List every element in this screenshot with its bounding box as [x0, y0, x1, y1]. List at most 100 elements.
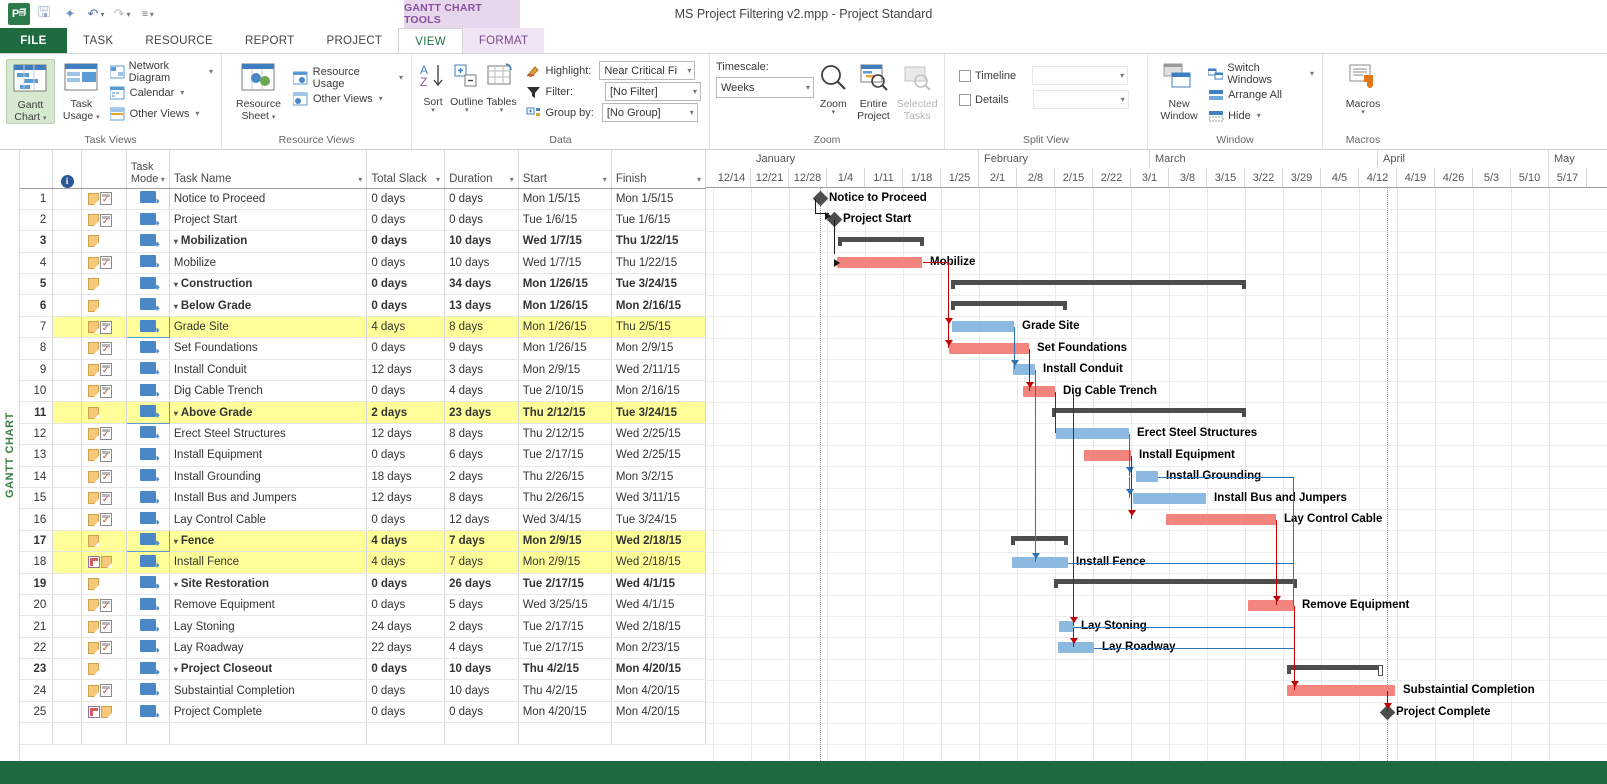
- row-finish[interactable]: Mon 1/5/15: [611, 188, 707, 210]
- row-total-slack[interactable]: 0 days: [366, 188, 446, 210]
- chevron-down-icon[interactable]: ▾: [96, 114, 100, 121]
- row-task-mode-cell[interactable]: [126, 380, 170, 403]
- tab-format[interactable]: FORMAT: [463, 28, 545, 54]
- row-indicator-cell[interactable]: [52, 466, 82, 488]
- tab-project[interactable]: PROJECT: [310, 28, 398, 54]
- header-total-slack[interactable]: Total Slack ▾: [366, 150, 446, 189]
- table-row[interactable]: 15 Install Bus and Jumpers12 days8 daysTh…: [20, 487, 707, 510]
- row-task-mode-cell[interactable]: [126, 658, 170, 681]
- row-start[interactable]: Thu 2/12/15: [518, 401, 612, 424]
- collapse-triangle-icon[interactable]: ▾: [174, 665, 178, 674]
- row-number[interactable]: 6: [20, 294, 54, 317]
- row-number[interactable]: 16: [20, 508, 54, 531]
- row-finish[interactable]: Thu 1/22/15: [611, 252, 707, 275]
- row-start[interactable]: Mon 1/5/15: [518, 188, 612, 210]
- row-task-mode-cell[interactable]: [126, 615, 170, 638]
- table-row-empty[interactable]: [20, 722, 707, 745]
- row-task-mode-cell[interactable]: [126, 594, 170, 617]
- other-views-resource-button[interactable]: Other Views ▾: [291, 88, 405, 109]
- row-task-name[interactable]: Install Bus and Jumpers: [169, 487, 368, 510]
- row-number[interactable]: 14: [20, 466, 54, 488]
- undo-icon[interactable]: ↶ ▾: [84, 2, 108, 26]
- row-number[interactable]: 25: [20, 701, 54, 724]
- timeline-combo[interactable]: ▾: [1032, 66, 1129, 85]
- row-task-name[interactable]: Project Start: [169, 209, 368, 232]
- row-duration[interactable]: 8 days: [444, 423, 519, 446]
- row-start[interactable]: Tue 2/17/15: [518, 444, 612, 467]
- view-bar[interactable]: GANTT CHART: [0, 150, 20, 761]
- switch-windows-button[interactable]: Switch Windows ▾: [1206, 62, 1316, 86]
- table-row[interactable]: 6 ▾Below Grade0 days13 daysMon 1/26/15Mon…: [20, 294, 707, 317]
- row-duration[interactable]: 23 days: [444, 401, 519, 424]
- chevron-down-icon[interactable]: ▾: [1308, 69, 1314, 78]
- collapse-triangle-icon[interactable]: ▾: [174, 409, 178, 418]
- collapse-triangle-icon[interactable]: ▾: [174, 280, 178, 289]
- row-duration[interactable]: 9 days: [444, 337, 519, 360]
- row-number[interactable]: 1: [20, 188, 54, 210]
- table-row[interactable]: 22 Lay Roadway22 days4 daysTue 2/17/15Mon…: [20, 637, 707, 660]
- chevron-down-icon[interactable]: ▾: [832, 109, 836, 116]
- row-duration[interactable]: 10 days: [444, 230, 519, 253]
- row-finish[interactable]: Wed 2/18/15: [611, 530, 707, 553]
- row-total-slack[interactable]: 0 days: [366, 594, 446, 617]
- row-total-slack[interactable]: 12 days: [366, 359, 446, 382]
- row-duration[interactable]: 26 days: [444, 573, 519, 595]
- row-task-mode-cell[interactable]: [126, 679, 170, 702]
- hide-button[interactable]: Hide ▾: [1206, 105, 1316, 126]
- quick-access-toolbar[interactable]: P 🗐 🖫 ✦ ↶ ▾ ↷ ▾ ≡ ▾: [0, 2, 160, 26]
- chevron-down-icon[interactable]: ▾: [178, 88, 184, 97]
- row-total-slack[interactable]: 0 days: [366, 294, 446, 317]
- header-task-name[interactable]: Task Name ▾: [169, 150, 368, 189]
- row-number[interactable]: 24: [20, 679, 54, 702]
- chevron-down-icon[interactable]: ▾: [272, 114, 276, 121]
- chevron-down-icon[interactable]: ▾: [697, 175, 701, 184]
- row-number[interactable]: 13: [20, 444, 54, 467]
- row-duration[interactable]: 0 days: [444, 188, 519, 210]
- row-indicator-cell[interactable]: [52, 359, 82, 382]
- table-row[interactable]: 18 Install Fence4 days7 daysMon 2/9/15Wed…: [20, 551, 707, 574]
- gantt-task-bar[interactable]: [1012, 556, 1068, 568]
- row-duration[interactable]: 10 days: [444, 252, 519, 275]
- row-indicator-cell[interactable]: [52, 316, 82, 339]
- task-table-body[interactable]: 1Notice to Proceed0 days0 daysMon 1/5/15…: [20, 188, 707, 745]
- row-start[interactable]: Thu 2/26/15: [518, 466, 612, 488]
- row-number[interactable]: 23: [20, 658, 54, 681]
- table-row[interactable]: 8 Set Foundations0 days9 daysMon 1/26/15M…: [20, 337, 707, 360]
- row-number[interactable]: 5: [20, 273, 54, 296]
- row-number[interactable]: 3: [20, 230, 54, 253]
- sort-button[interactable]: AZ Sort ▾: [418, 59, 448, 114]
- table-row[interactable]: 20 Remove Equipment0 days5 daysWed 3/25/1…: [20, 594, 707, 617]
- row-total-slack[interactable]: 12 days: [366, 423, 446, 446]
- row-task-name[interactable]: Mobilize: [169, 252, 368, 275]
- row-finish[interactable]: Wed 3/11/15: [611, 487, 707, 510]
- row-task-mode-cell[interactable]: [126, 294, 170, 317]
- row-number[interactable]: 9: [20, 359, 54, 382]
- row-indicator-cell[interactable]: [52, 230, 82, 253]
- row-task-name[interactable]: Install Equipment: [169, 444, 368, 467]
- row-task-mode-cell[interactable]: [125, 401, 170, 424]
- row-start[interactable]: Mon 2/9/15: [518, 551, 612, 574]
- row-duration[interactable]: 13 days: [444, 294, 519, 317]
- outline-button[interactable]: Outline ▾: [450, 59, 483, 114]
- entire-project-button[interactable]: Entire Project: [853, 59, 895, 122]
- macros-button[interactable]: Macros ▾: [1335, 59, 1391, 116]
- row-start[interactable]: Tue 1/6/15: [518, 209, 612, 232]
- row-total-slack[interactable]: 0 days: [366, 444, 446, 467]
- row-duration[interactable]: 4 days: [444, 637, 519, 660]
- row-duration[interactable]: 7 days: [444, 530, 519, 553]
- row-start[interactable]: Tue 2/10/15: [518, 380, 612, 403]
- row-finish[interactable]: Wed 2/25/15: [611, 444, 707, 467]
- row-indicator-cell[interactable]: [52, 658, 82, 681]
- row-finish[interactable]: Tue 3/24/15: [611, 401, 707, 424]
- task-table-pane[interactable]: i Task Mode ▾ Task Name ▾ Total Slack ▾: [20, 150, 707, 761]
- row-task-name[interactable]: Install Grounding: [169, 466, 368, 488]
- row-indicator-cell[interactable]: [52, 337, 82, 360]
- tab-report[interactable]: REPORT: [229, 28, 311, 54]
- collapse-triangle-icon[interactable]: ▾: [174, 580, 178, 589]
- row-start[interactable]: Thu 2/12/15: [518, 423, 612, 446]
- zoom-button[interactable]: Zoom ▾: [816, 59, 851, 116]
- row-total-slack[interactable]: 2 days: [366, 401, 446, 424]
- gantt-task-bar[interactable]: [949, 342, 1029, 354]
- gantt-summary-bar[interactable]: [1052, 408, 1246, 417]
- row-number[interactable]: 20: [20, 594, 54, 617]
